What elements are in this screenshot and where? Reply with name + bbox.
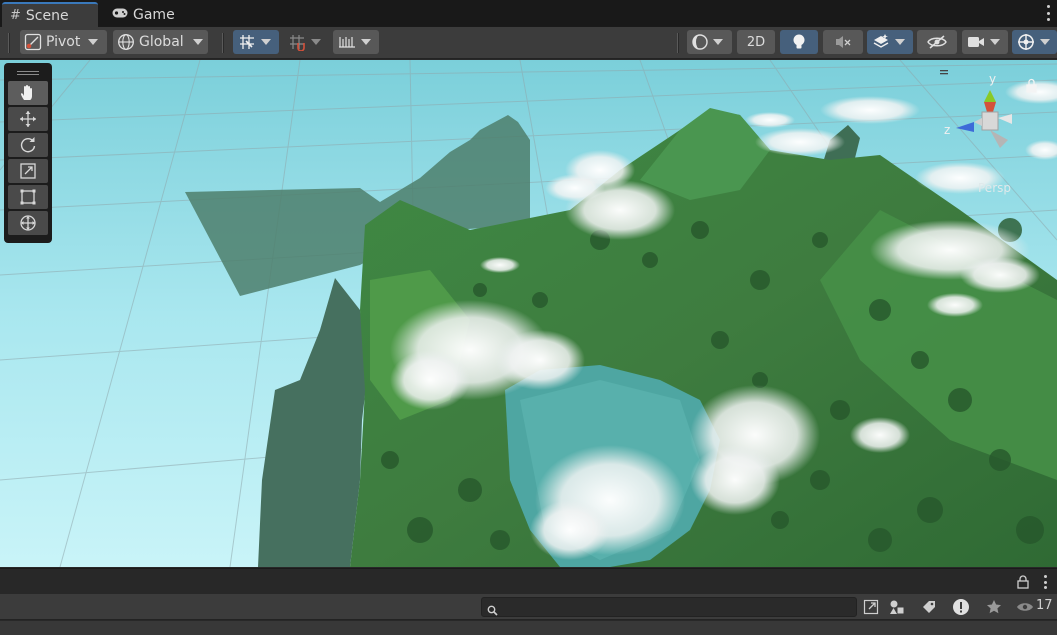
rect-transform-icon xyxy=(19,188,37,206)
pivot-dropdown[interactable]: Pivot xyxy=(20,30,107,54)
lock-icon[interactable] xyxy=(1017,574,1029,593)
chevron-down-icon xyxy=(88,39,99,45)
grid-icon: # xyxy=(10,8,21,23)
shapes-icon xyxy=(889,599,905,615)
tool-palette xyxy=(4,63,52,243)
chevron-down-icon xyxy=(361,39,371,45)
eye-icon xyxy=(1016,601,1034,613)
scene-toolbar: Pivot Global 2D xyxy=(0,27,1057,59)
gizmo-persp-label[interactable]: Persp xyxy=(978,181,1011,195)
gizmo-y-axis[interactable] xyxy=(984,90,996,102)
gizmo-icon xyxy=(1012,33,1040,51)
global-label: Global xyxy=(139,34,184,50)
chevron-down-icon xyxy=(895,39,905,45)
tab-bar: # Scene Game xyxy=(0,0,1057,27)
terrain-render xyxy=(0,60,1057,567)
scale-tool-button[interactable] xyxy=(8,159,48,183)
gizmos-dropdown[interactable] xyxy=(1012,30,1057,54)
rect-tool-button[interactable] xyxy=(8,185,48,209)
panel-menu-button[interactable] xyxy=(1042,575,1048,589)
scale-icon xyxy=(19,162,37,180)
shading-icon xyxy=(687,33,713,51)
open-window-button[interactable] xyxy=(858,597,884,617)
lighting-toggle[interactable] xyxy=(780,30,818,54)
toolbar-grip xyxy=(677,33,679,53)
transform-icon xyxy=(19,214,37,232)
tab-game[interactable]: Game xyxy=(104,2,194,27)
chevron-down-icon xyxy=(311,39,321,45)
orientation-gizmo[interactable]: y z Persp xyxy=(928,68,1050,198)
increment-snap-button[interactable] xyxy=(283,30,329,54)
draw-mode-dropdown[interactable] xyxy=(687,30,732,54)
move-tool-button[interactable] xyxy=(8,107,48,131)
camera-dropdown[interactable] xyxy=(962,30,1008,54)
move-icon xyxy=(19,110,37,128)
audio-toggle[interactable] xyxy=(823,30,863,54)
filter-type-button[interactable] xyxy=(884,597,910,617)
search-icon xyxy=(487,601,498,620)
toolbar-grip xyxy=(8,33,10,53)
hierarchy-content xyxy=(0,621,1057,635)
globe-icon xyxy=(113,33,139,51)
gizmo-z-axis[interactable] xyxy=(956,122,974,132)
external-window-icon xyxy=(863,599,879,615)
scene-visibility-toggle[interactable] xyxy=(917,30,957,54)
log-type-button[interactable] xyxy=(948,597,974,617)
rotate-tool-button[interactable] xyxy=(8,133,48,157)
lock-icon[interactable] xyxy=(1026,78,1037,93)
tab-game-label: Game xyxy=(133,6,175,23)
toggle-2d-button[interactable]: 2D xyxy=(737,30,775,54)
hand-tool-button[interactable] xyxy=(8,81,48,105)
grid-snap-button[interactable] xyxy=(233,30,279,54)
effects-dropdown[interactable] xyxy=(867,30,913,54)
chevron-down-icon xyxy=(1040,39,1050,45)
ruler-snap-button[interactable] xyxy=(333,30,379,54)
tab-scene[interactable]: # Scene xyxy=(2,2,98,27)
pivot-icon xyxy=(20,33,46,51)
chevron-down-icon xyxy=(261,39,271,45)
chevron-down-icon xyxy=(192,39,203,45)
gizmo-y-label: y xyxy=(989,72,996,86)
camera-icon xyxy=(962,35,990,49)
gizmo-handle[interactable] xyxy=(928,70,948,75)
pivot-label: Pivot xyxy=(46,34,81,50)
ruler-icon xyxy=(333,33,361,51)
lightbulb-icon xyxy=(791,33,807,51)
global-dropdown[interactable]: Global xyxy=(113,30,208,54)
eye-slash-icon xyxy=(927,34,947,50)
chevron-down-icon xyxy=(990,39,1000,45)
gizmo-z-label: z xyxy=(944,123,950,137)
tab-menu-button[interactable] xyxy=(1045,5,1051,21)
search-field[interactable] xyxy=(481,597,857,617)
scene-viewport[interactable] xyxy=(0,60,1057,567)
transform-tool-button[interactable] xyxy=(8,211,48,235)
tab-scene-label: Scene xyxy=(25,7,69,24)
audio-mute-icon xyxy=(834,34,852,50)
tool-palette-handle[interactable] xyxy=(8,67,48,79)
rotate-icon xyxy=(19,136,37,154)
gizmo-neg-x-axis[interactable] xyxy=(998,114,1012,124)
grid-snap-icon xyxy=(233,33,261,51)
visibility-button[interactable] xyxy=(1014,597,1036,617)
chevron-down-icon xyxy=(713,39,723,45)
hand-icon xyxy=(19,84,37,102)
hierarchy-header xyxy=(0,568,1057,594)
toolbar-grip xyxy=(222,33,224,53)
star-icon xyxy=(986,599,1002,615)
warning-circle-icon xyxy=(952,598,970,616)
tag-icon xyxy=(921,599,937,615)
favorites-button[interactable] xyxy=(981,597,1007,617)
filter-label-button[interactable] xyxy=(916,597,942,617)
increment-snap-icon xyxy=(283,33,311,51)
toggle-2d-label: 2D xyxy=(746,34,766,50)
gamepad-icon xyxy=(112,7,128,22)
hierarchy-toolbar: 17 xyxy=(0,594,1057,620)
visible-count: 17 xyxy=(1036,598,1053,613)
layers-icon xyxy=(867,33,895,51)
gizmo-neg-y-axis[interactable] xyxy=(990,130,1008,148)
